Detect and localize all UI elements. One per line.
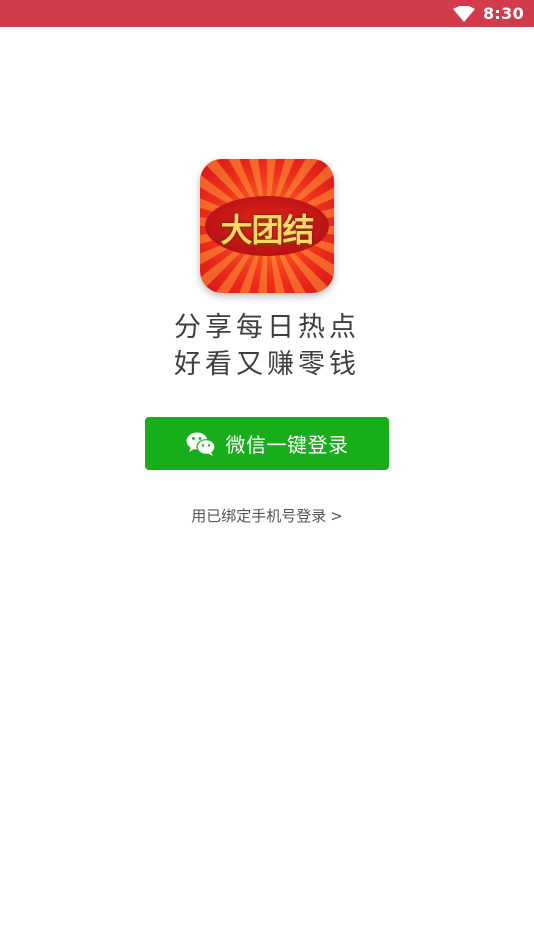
- status-time: 8:30: [483, 4, 524, 23]
- phone-login-link[interactable]: 用已绑定手机号登录 >: [0, 505, 534, 526]
- phone-login-label: 用已绑定手机号登录: [191, 507, 327, 525]
- status-icons: 8:30: [453, 0, 524, 27]
- wechat-login-label: 微信一键登录: [225, 433, 349, 457]
- status-bar: 8:30: [0, 0, 534, 27]
- wechat-icon: [186, 431, 216, 457]
- slogan-line-2: 好看又赚零钱: [174, 349, 360, 380]
- logo-text: 大团结: [220, 211, 314, 249]
- chevron-right-icon: >: [330, 507, 343, 525]
- app-logo: 大团结: [200, 159, 334, 293]
- wechat-login-button[interactable]: 微信一键登录: [145, 417, 389, 470]
- slogan-line-1: 分享每日热点: [174, 312, 360, 343]
- wifi-icon: [453, 5, 475, 22]
